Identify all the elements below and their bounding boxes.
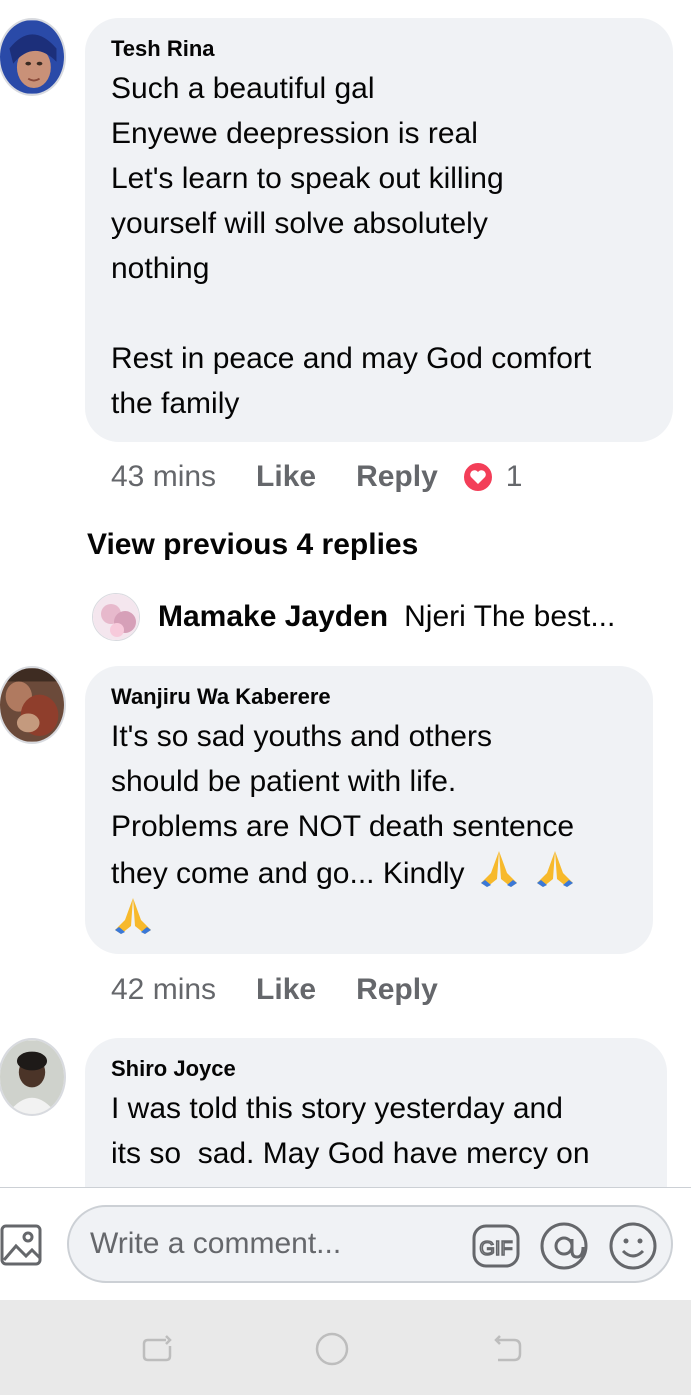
folded-hands-icon — [533, 849, 577, 889]
comment-author[interactable]: Wanjiru Wa Kaberere — [111, 684, 627, 710]
avatar[interactable] — [0, 18, 66, 96]
heart-reaction-icon — [461, 461, 494, 493]
folded-hands-icon — [477, 849, 521, 889]
avatar[interactable] — [0, 1038, 66, 1116]
comment-input[interactable]: Write a comment... GIF — [67, 1205, 673, 1283]
comment-text: I was told this story yesterday and its … — [111, 1092, 590, 1170]
comment-composer: Write a comment... GIF — [0, 1187, 691, 1300]
avatar[interactable] — [0, 666, 66, 744]
photo-icon[interactable] — [0, 1220, 46, 1268]
like-button[interactable]: Like — [256, 460, 316, 494]
like-button[interactable]: Like — [256, 973, 316, 1007]
reply-button[interactable]: Reply — [356, 460, 438, 494]
reply-avatar[interactable] — [92, 593, 140, 641]
comment-timestamp: 42 mins — [111, 973, 217, 1006]
reply-snippet: Njeri The best... — [404, 600, 616, 633]
comment-bubble[interactable]: Shiro Joyce I was told this story yester… — [85, 1038, 667, 1187]
comment-timestamp: 43 mins — [111, 460, 217, 493]
comment-bubble[interactable]: Tesh Rina Such a beautiful gal Enyewe de… — [85, 18, 673, 442]
comments-feed[interactable]: Tesh Rina Such a beautiful gal Enyewe de… — [0, 0, 691, 1187]
mention-icon[interactable] — [539, 1221, 589, 1271]
reply-author[interactable]: Mamake Jayden — [158, 600, 388, 634]
comment-bubble[interactable]: Wanjiru Wa Kaberere It's so sad youths a… — [85, 666, 653, 954]
folded-hands-icon — [111, 896, 155, 936]
recent-apps-icon[interactable] — [140, 1332, 174, 1366]
comment-text: Such a beautiful gal Enyewe deepression … — [111, 72, 592, 420]
home-icon[interactable] — [315, 1332, 349, 1366]
reaction-count: 1 — [505, 460, 523, 493]
view-previous-replies-link[interactable]: View previous 4 replies — [87, 528, 418, 562]
comment-actions: 43 mins Like Reply 1 — [111, 457, 522, 497]
reaction-summary[interactable]: 1 — [461, 460, 523, 494]
back-icon[interactable] — [490, 1332, 524, 1366]
system-navigation-bar — [0, 1300, 691, 1395]
reply-preview[interactable]: Mamake Jayden Njeri The best... — [92, 593, 652, 641]
comment-actions: 42 mins Like Reply — [111, 970, 438, 1010]
comment-author[interactable]: Tesh Rina — [111, 36, 647, 62]
comment-input-placeholder: Write a comment... — [90, 1227, 342, 1260]
svg-text:GIF: GIF — [479, 1238, 512, 1260]
reply-button[interactable]: Reply — [356, 973, 438, 1007]
gif-icon[interactable]: GIF — [471, 1221, 521, 1271]
comment-text: It's so sad youths and others should be … — [111, 714, 627, 943]
comment-author[interactable]: Shiro Joyce — [111, 1056, 641, 1082]
emoji-icon[interactable] — [608, 1221, 658, 1271]
